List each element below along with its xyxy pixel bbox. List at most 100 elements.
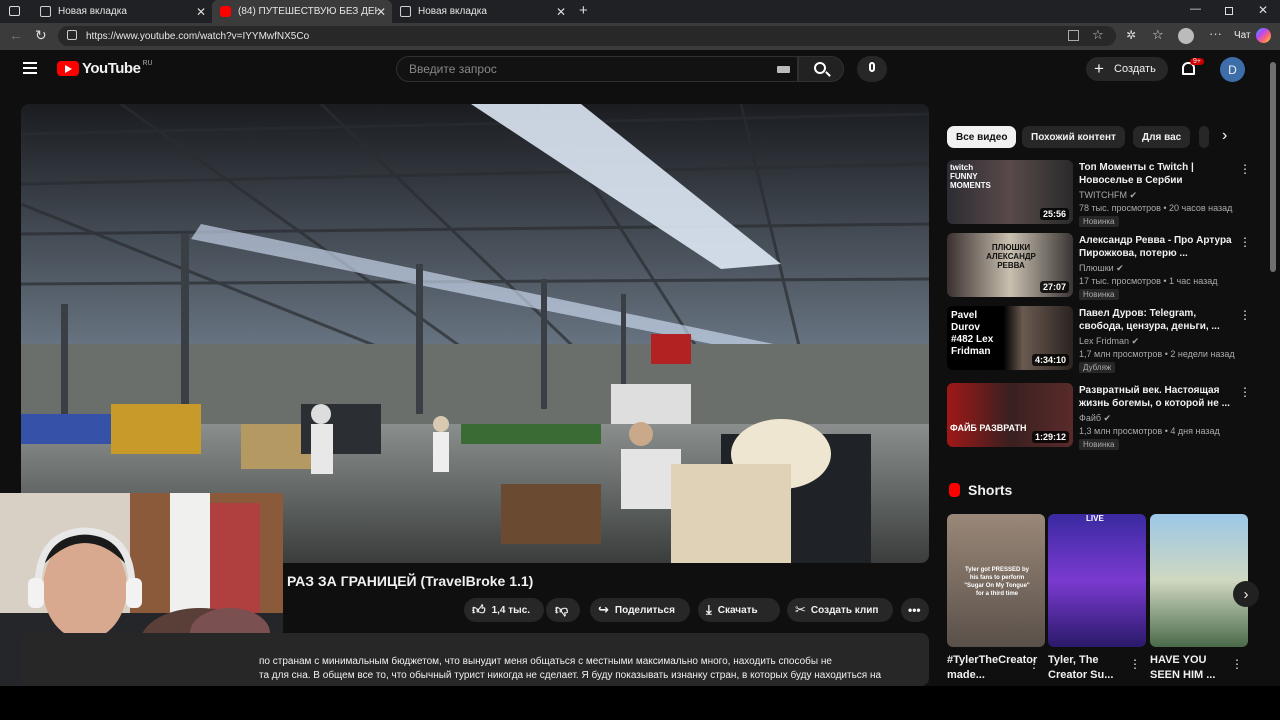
more-options-icon[interactable]: ⋮	[1231, 657, 1243, 671]
back-icon[interactable]: ←	[9, 27, 23, 43]
create-clip-button[interactable]: ✂ Создать клип	[787, 598, 893, 622]
tab-title: (84) ПУТЕШЕСТВУЮ БЕЗ ДЕНЕГ /	[238, 6, 378, 17]
notification-count-badge: 9+	[1190, 58, 1204, 65]
short-title: HAVE YOU SEEN HIM ...	[1150, 654, 1216, 681]
short-thumbnail[interactable]: Tyler got PRESSED by his fans to perform…	[947, 514, 1045, 647]
short-overlay-text: Tyler got PRESSED by his fans to perform…	[964, 567, 1030, 597]
hamburger-menu-icon[interactable]	[23, 62, 37, 74]
more-options-icon[interactable]: ⋮	[1129, 657, 1141, 671]
shorts-header: Shorts	[949, 482, 1012, 498]
shorts-icon	[949, 483, 960, 497]
related-video[interactable]: ПЛЮШКИ АЛЕКСАНДР РЕВВА 27:07 Александр Р…	[947, 233, 1252, 300]
more-options-icon[interactable]: ⋮	[1239, 235, 1251, 249]
duration-badge: 4:34:10	[1031, 354, 1069, 366]
keyboard-icon[interactable]	[777, 66, 790, 73]
browser-tab-2[interactable]: (84) ПУТЕШЕСТВУЮ БЕЗ ДЕНЕГ / ✕	[212, 0, 392, 23]
shorts-label: Shorts	[968, 482, 1013, 498]
short-title: #TylerTheCreator made...	[947, 654, 1038, 681]
short-thumbnail[interactable]	[1150, 514, 1248, 647]
new-tab-icon[interactable]: +	[579, 2, 588, 19]
minimize-icon[interactable]: —	[1190, 3, 1201, 15]
download-button[interactable]: ⤓ Скачать	[698, 598, 780, 622]
duration-badge: 27:07	[1039, 281, 1069, 293]
like-button[interactable]: 👍︎ 1,4 тыс.	[464, 598, 544, 622]
verified-icon: ✔	[1129, 190, 1138, 200]
url-text: https://www.youtube.com/watch?v=IYYMwfNX…	[86, 30, 310, 42]
maximize-icon[interactable]	[1225, 7, 1233, 15]
channel-name: Плюшки ✔	[1079, 263, 1124, 273]
verified-icon: ✔	[1116, 263, 1124, 273]
dislike-button[interactable]: 👎︎	[546, 598, 580, 622]
video-meta: 78 тыс. просмотров • 20 часов назад	[1079, 203, 1233, 213]
microphone-icon	[869, 62, 875, 72]
search-placeholder: Введите запрос	[409, 62, 497, 76]
chip-all[interactable]: Все видео	[947, 126, 1017, 148]
favorites-icon[interactable]: ☆	[1152, 27, 1164, 43]
chip-partial[interactable]	[1199, 126, 1209, 148]
related-video[interactable]: Pavel Durov #482 Lex Fridman 4:34:10 Пав…	[947, 306, 1252, 373]
video-description[interactable]: по странам с минимальным бюджетом, что в…	[21, 633, 929, 686]
more-actions-button[interactable]: •••	[901, 598, 929, 622]
share-button[interactable]: ↪ Поделиться	[590, 598, 690, 622]
video-title: Павел Дуров: Telegram, свобода, цензура,…	[1079, 308, 1220, 332]
video-thumbnail[interactable]: Pavel Durov #482 Lex Fridman 4:34:10	[947, 306, 1073, 370]
chip-for-you[interactable]: Для вас	[1133, 126, 1191, 148]
extensions-icon[interactable]: ✲	[1126, 28, 1136, 42]
more-options-icon[interactable]: ⋮	[1239, 308, 1251, 322]
verified-icon: ✔	[1103, 413, 1112, 423]
avatar[interactable]: D	[1220, 57, 1245, 82]
browser-tab-3[interactable]: Новая вкладка ✕	[392, 0, 572, 23]
shorts-next-button[interactable]: ›	[1233, 581, 1259, 607]
scissors-icon: ✂	[795, 602, 806, 617]
video-title: Развратный век. Настоящая жизнь богемы, …	[1079, 385, 1230, 409]
search-button[interactable]	[798, 56, 844, 82]
chat-button[interactable]: Чат	[1234, 28, 1271, 43]
channel-name: Файб ✔	[1079, 413, 1112, 423]
thumbnail-text: ПЛЮШКИ АЛЕКСАНДР РЕВВА	[986, 243, 1036, 270]
menu-dots-icon[interactable]: ···	[1209, 26, 1222, 41]
address-bar[interactable]: https://www.youtube.com/watch?v=IYYMwfNX…	[58, 26, 1116, 46]
youtube-logo[interactable]: YouTube RU	[57, 60, 153, 77]
verified-icon: ✔	[1131, 336, 1140, 346]
video-thumbnail[interactable]: twitch FUNNY MOMENTS 25:56	[947, 160, 1073, 224]
chip-related[interactable]: Похожий контент	[1022, 126, 1125, 148]
chevron-right-icon[interactable]: ›	[1222, 127, 1227, 145]
short-thumbnail[interactable]: LIVE	[1048, 514, 1146, 647]
bookmark-star-icon[interactable]: ☆	[1092, 27, 1104, 43]
site-info-icon[interactable]	[67, 30, 77, 40]
more-options-icon[interactable]: ⋮	[1028, 657, 1040, 671]
profile-icon[interactable]	[1178, 28, 1194, 44]
more-options-icon[interactable]: ⋮	[1239, 162, 1251, 176]
close-tab-icon[interactable]: ✕	[556, 5, 566, 19]
more-options-icon[interactable]: ⋮	[1239, 385, 1251, 399]
reader-view-icon[interactable]	[1068, 30, 1079, 41]
voice-search-button[interactable]	[857, 56, 887, 82]
logo-text: YouTube	[82, 60, 141, 77]
notifications-button[interactable]: 9+	[1180, 58, 1204, 79]
search-input[interactable]: Введите запрос	[396, 56, 798, 82]
video-title: РАЗ ЗА ГРАНИЦЕЙ (TravelBroke 1.1)	[287, 573, 534, 589]
page-icon	[400, 6, 411, 17]
download-icon: ⤓	[706, 602, 712, 617]
tab-list-icon[interactable]	[9, 6, 20, 16]
region-code: RU	[142, 60, 153, 67]
clip-label: Создать клип	[810, 604, 879, 616]
reload-icon[interactable]: ↻	[35, 27, 47, 44]
related-video[interactable]: ФАЙБ РАЗВРАТН 1:29:12 Развратный век. На…	[947, 383, 1252, 450]
close-window-icon[interactable]: ✕	[1258, 3, 1268, 17]
thumbnail-text: Pavel Durov #482 Lex Fridman	[951, 310, 994, 357]
chat-label: Чат	[1234, 30, 1251, 41]
thumbs-up-icon: 👍︎	[472, 602, 486, 617]
close-tab-icon[interactable]: ✕	[376, 5, 386, 19]
description-line: по странам с минимальным бюджетом, что в…	[259, 656, 832, 667]
scrollbar[interactable]	[1270, 62, 1276, 272]
video-thumbnail[interactable]: ФАЙБ РАЗВРАТН 1:29:12	[947, 383, 1073, 447]
new-badge: Новинка	[1079, 216, 1119, 227]
video-thumbnail[interactable]: ПЛЮШКИ АЛЕКСАНДР РЕВВА 27:07	[947, 233, 1073, 297]
close-tab-icon[interactable]: ✕	[196, 5, 206, 19]
create-button[interactable]: + Создать	[1086, 57, 1168, 81]
bottom-bar	[0, 686, 1280, 720]
youtube-favicon-icon	[220, 6, 231, 17]
browser-tab-1[interactable]: Новая вкладка ✕	[32, 0, 212, 23]
related-video[interactable]: twitch FUNNY MOMENTS 25:56 Топ Моменты с…	[947, 160, 1252, 227]
